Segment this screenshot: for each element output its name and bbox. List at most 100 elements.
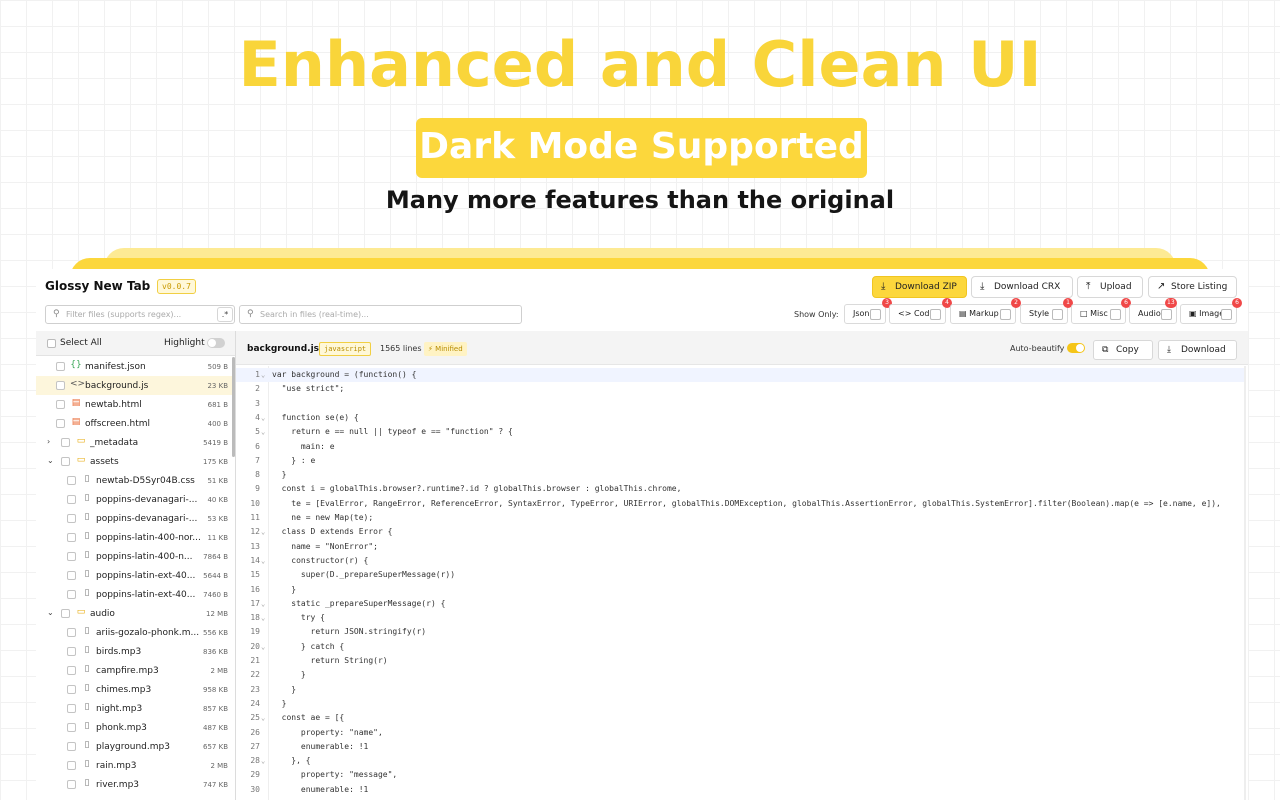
- highlight-toggle[interactable]: [207, 338, 225, 348]
- line-number: 6: [255, 441, 260, 451]
- filter-checkbox[interactable]: [870, 309, 881, 320]
- file-checkbox[interactable]: [61, 609, 70, 618]
- download-file-button[interactable]: ⤓ Download: [1158, 340, 1237, 360]
- file-row[interactable]: ▤ offscreen.html 400 B: [36, 414, 235, 433]
- markup-icon: ▤: [959, 309, 967, 318]
- filter-checkbox[interactable]: [1110, 309, 1121, 320]
- filter-chip-code[interactable]: <> Code 4: [889, 298, 952, 324]
- file-checkbox[interactable]: [67, 590, 76, 599]
- file-row[interactable]: ▯ poppins-latin-ext-40... 7460 B: [36, 585, 235, 604]
- bolt-icon: ⚡: [428, 345, 433, 353]
- filter-checkbox[interactable]: [1000, 309, 1011, 320]
- upload-button[interactable]: ⤒ Upload: [1077, 276, 1143, 298]
- line-number: 1: [255, 370, 260, 379]
- download-zip-button[interactable]: ⤓ Download ZIP: [872, 276, 967, 298]
- code-text: property: "name",: [272, 727, 383, 737]
- fold-chevron-icon[interactable]: ⌄: [261, 411, 265, 425]
- fold-chevron-icon[interactable]: ⌄: [261, 425, 265, 439]
- store-listing-button[interactable]: ↗ Store Listing: [1148, 276, 1237, 298]
- file-checkbox[interactable]: [67, 533, 76, 542]
- filter-checkbox[interactable]: [1161, 309, 1172, 320]
- file-checkbox[interactable]: [67, 514, 76, 523]
- sidebar-scrollbar[interactable]: [232, 357, 235, 457]
- file-checkbox[interactable]: [67, 704, 76, 713]
- file-checkbox[interactable]: [67, 628, 76, 637]
- file-row[interactable]: ▯ rain.mp3 2 MB: [36, 756, 235, 775]
- file-row[interactable]: ▯ poppins-latin-400-nor... 11 KB: [36, 528, 235, 547]
- file-row[interactable]: ▯ playground.mp3 657 KB: [36, 737, 235, 756]
- folder-row[interactable]: ⌄ ▭ assets 175 KB: [36, 452, 235, 471]
- fold-chevron-icon[interactable]: ⌄: [261, 525, 265, 539]
- file-checkbox[interactable]: [67, 761, 76, 770]
- chevron-right-icon[interactable]: ›: [47, 437, 50, 446]
- file-row[interactable]: ▯ chimes.mp3 958 KB: [36, 680, 235, 699]
- code-line: 3: [236, 397, 1246, 411]
- filter-files-input[interactable]: ⚲ Filter files (supports regex)...: [45, 305, 235, 324]
- filter-chip-style[interactable]: Style 1: [1020, 298, 1073, 324]
- code-text: static _prepareSuperMessage(r) {: [272, 598, 446, 608]
- file-row[interactable]: ▯ campfire.mp3 2 MB: [36, 661, 235, 680]
- file-row[interactable]: ▯ ariis-gozalo-phonk.m... 556 KB: [36, 623, 235, 642]
- file-checkbox[interactable]: [56, 419, 65, 428]
- file-row[interactable]: ▯ night.mp3 857 KB: [36, 699, 235, 718]
- code-text: "use strict";: [272, 384, 345, 394]
- fold-chevron-icon[interactable]: ⌄: [261, 597, 265, 611]
- file-name: ariis-gozalo-phonk.m...: [96, 628, 200, 638]
- download-icon: ⤓: [980, 281, 985, 292]
- fold-chevron-icon[interactable]: ⌄: [261, 711, 265, 725]
- file-size: 51 KB: [207, 477, 228, 485]
- file-row[interactable]: ▯ phonk.mp3 487 KB: [36, 718, 235, 737]
- filter-chip-audio[interactable]: Audio 13: [1129, 298, 1177, 324]
- file-checkbox[interactable]: [67, 571, 76, 580]
- file-row[interactable]: ▯ poppins-latin-ext-40... 5644 B: [36, 566, 235, 585]
- file-checkbox[interactable]: [67, 685, 76, 694]
- fold-chevron-icon[interactable]: ⌄: [261, 611, 265, 625]
- filter-checkbox[interactable]: [930, 309, 941, 320]
- file-checkbox[interactable]: [67, 666, 76, 675]
- folder-row[interactable]: › ▭ _metadata 5419 B: [36, 433, 235, 452]
- file-checkbox[interactable]: [67, 495, 76, 504]
- file-checkbox[interactable]: [61, 457, 70, 466]
- editor-scrollbar[interactable]: [1244, 366, 1246, 800]
- file-row[interactable]: ▯ newtab-D5Syr04B.css 51 KB: [36, 471, 235, 490]
- search-in-files-input[interactable]: ⚲ Search in files (real-time)...: [239, 305, 522, 324]
- filter-chip-misc[interactable]: □ Misc 6: [1071, 298, 1131, 324]
- file-row[interactable]: ▯ poppins-latin-400-n... 7864 B: [36, 547, 235, 566]
- chevron-down-icon[interactable]: ⌄: [47, 456, 54, 465]
- folder-row[interactable]: ⌄ ▭ audio 12 MB: [36, 604, 235, 623]
- file-row[interactable]: ▯ poppins-devanagari-... 53 KB: [36, 509, 235, 528]
- file-checkbox[interactable]: [67, 552, 76, 561]
- file-row[interactable]: {} manifest.json 509 B: [36, 357, 235, 376]
- fold-chevron-icon[interactable]: ⌄: [261, 640, 265, 654]
- file-row[interactable]: ▯ poppins-devanagari-... 40 KB: [36, 490, 235, 509]
- filter-chip-json[interactable]: Json 3: [844, 298, 892, 324]
- filter-checkbox[interactable]: [1052, 309, 1063, 320]
- chevron-down-icon[interactable]: ⌄: [47, 608, 54, 617]
- file-size: 2 MB: [210, 667, 228, 675]
- file-row[interactable]: ▯ river.mp3 747 KB: [36, 775, 235, 794]
- file-checkbox[interactable]: [56, 362, 65, 371]
- file-checkbox[interactable]: [67, 742, 76, 751]
- copy-button[interactable]: ⧉ Copy: [1093, 340, 1153, 360]
- fold-chevron-icon[interactable]: ⌄: [261, 754, 265, 768]
- file-row[interactable]: ▯ birds.mp3 836 KB: [36, 642, 235, 661]
- select-all-checkbox[interactable]: [47, 339, 56, 348]
- filter-chip-markup[interactable]: ▤ Markup 2: [950, 298, 1021, 324]
- file-checkbox[interactable]: [61, 438, 70, 447]
- file-checkbox[interactable]: [67, 780, 76, 789]
- file-checkbox[interactable]: [67, 647, 76, 656]
- file-checkbox[interactable]: [56, 381, 65, 390]
- filter-checkbox[interactable]: [1221, 309, 1232, 320]
- file-row[interactable]: ▤ newtab.html 681 B: [36, 395, 235, 414]
- fold-chevron-icon[interactable]: ⌄: [261, 554, 265, 568]
- file-checkbox[interactable]: [56, 400, 65, 409]
- fold-chevron-icon[interactable]: ⌄: [261, 368, 265, 382]
- code-editor[interactable]: 1 ⌄ var background = (function() {2 "use s…: [236, 366, 1248, 800]
- auto-beautify-toggle[interactable]: [1067, 343, 1085, 353]
- regex-toggle-button[interactable]: .*: [217, 307, 233, 322]
- filter-chip-image[interactable]: ▣ Image 6: [1180, 298, 1242, 324]
- file-checkbox[interactable]: [67, 476, 76, 485]
- download-crx-button[interactable]: ⤓ Download CRX: [971, 276, 1073, 298]
- file-checkbox[interactable]: [67, 723, 76, 732]
- file-row[interactable]: <> background.js 23 KB: [36, 376, 235, 395]
